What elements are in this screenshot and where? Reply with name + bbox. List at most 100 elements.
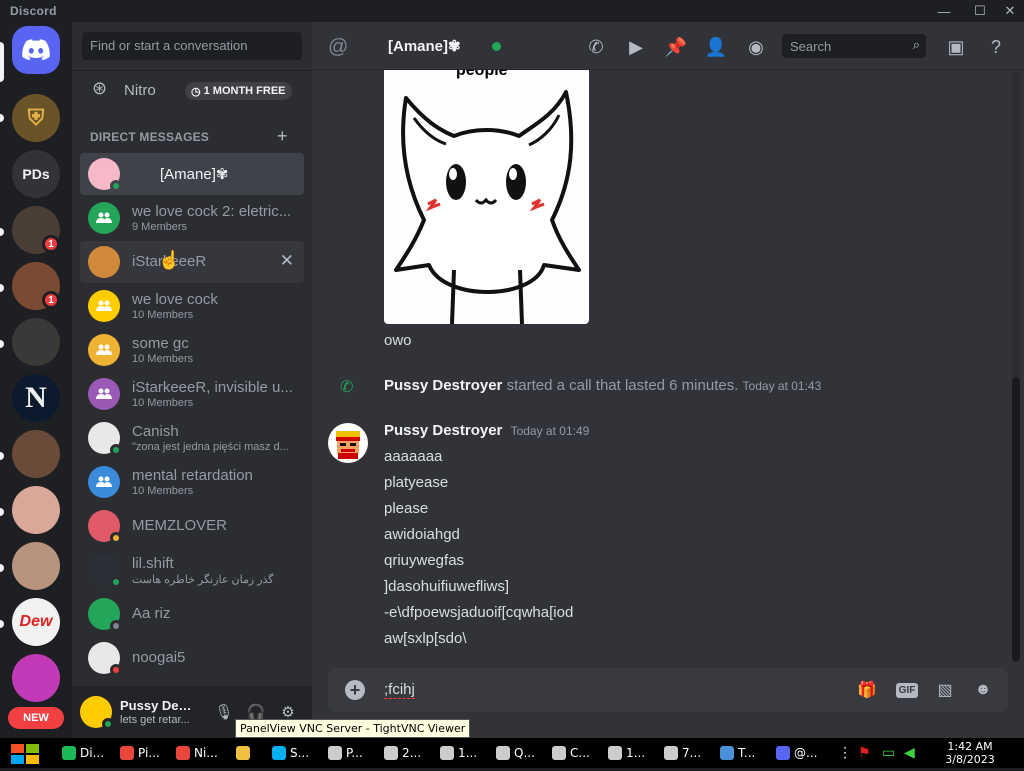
- message-image[interactable]: people: [384, 70, 589, 324]
- mention-badge: 1: [42, 291, 60, 309]
- dm-item[interactable]: lil.shift گذر زمان عازنگر خاطره هاست: [80, 549, 304, 591]
- taskbar-app-button[interactable]: [236, 741, 262, 765]
- tray-overflow-icon[interactable]: ⋮: [838, 744, 852, 761]
- message-line: -e\dfpoewsjaduoif[cqwha[iod: [384, 604, 574, 621]
- dm-name: lil.shift: [132, 555, 174, 572]
- dm-item[interactable]: mental retardation 10 Members: [80, 461, 304, 503]
- taskbar-app-button[interactable]: P...: [328, 741, 380, 765]
- call-timestamp: Today at 01:43: [742, 379, 822, 393]
- taskbar-app-button[interactable]: Di...: [62, 741, 114, 765]
- taskbar-app-button[interactable]: 1...: [608, 741, 660, 765]
- dm-item[interactable]: we love cock 10 Members: [80, 285, 304, 327]
- server-photo-3[interactable]: [12, 318, 60, 366]
- dm-name: Canish: [132, 423, 179, 440]
- window-titlebar: Discord — ☐ ✕: [0, 0, 1024, 22]
- nitro-link[interactable]: ⊛ Nitro ◷ 1 MONTH FREE: [80, 74, 304, 106]
- help-icon[interactable]: ?: [984, 35, 1008, 59]
- user-profile-icon[interactable]: ◉: [744, 35, 768, 59]
- group-dm-avatar: [88, 202, 120, 234]
- taskbar-app-button[interactable]: 7...: [664, 741, 716, 765]
- image-top-text: people: [456, 70, 508, 79]
- create-dm-button[interactable]: +: [277, 126, 288, 147]
- gift-icon[interactable]: 🎁: [856, 679, 878, 701]
- server-kitten[interactable]: [12, 654, 60, 702]
- dm-item[interactable]: Canish "zona jest jedna pięści masz d...: [80, 417, 304, 459]
- attach-plus-icon[interactable]: +: [345, 680, 365, 700]
- taskbar-app-label: 7...: [682, 746, 702, 760]
- call-author[interactable]: Pussy Destroyer: [384, 377, 502, 394]
- add-friends-to-dm-icon[interactable]: 👤: [704, 35, 728, 59]
- sticker-icon[interactable]: ▧: [934, 679, 956, 701]
- taskbar-app-button[interactable]: Pi...: [120, 741, 172, 765]
- minimize-button[interactable]: —: [930, 0, 958, 22]
- message-timestamp: Today at 01:49: [510, 424, 590, 438]
- call-text: started a call that lasted 6 minutes.: [506, 377, 739, 394]
- taskbar-app-button[interactable]: S...: [272, 741, 324, 765]
- selected-server-indicator: [0, 42, 4, 82]
- discord-home-button[interactable]: [12, 26, 60, 74]
- maximize-button[interactable]: ☐: [966, 0, 994, 22]
- dm-title[interactable]: [Amane]✾: [388, 37, 461, 55]
- volume-icon[interactable]: ◀: [904, 744, 915, 761]
- status-dot: [110, 576, 122, 588]
- message-body: aaaaaaa platyease please awidoiahgd qriu…: [384, 444, 573, 652]
- app-icon: [236, 746, 250, 760]
- dm-item[interactable]: iStarkeeeR, invisible u... 10 Members: [80, 373, 304, 415]
- search-icon: ⌕: [912, 37, 920, 52]
- server-shield[interactable]: ⛨: [12, 94, 60, 142]
- system-clock[interactable]: 1:42 AM 3/8/2023: [940, 740, 1000, 766]
- taskbar-app-button[interactable]: 2...: [384, 741, 436, 765]
- dm-name: iStarkeeeR, invisible u...: [132, 379, 293, 396]
- taskbar-app-button[interactable]: Q...: [496, 741, 548, 765]
- close-dm-icon[interactable]: ✕: [280, 251, 294, 271]
- taskbar-app-label: Ni...: [194, 746, 218, 760]
- action-center-flag-icon[interactable]: ⚑: [858, 744, 871, 761]
- message-author[interactable]: Pussy Destroyer: [384, 422, 502, 439]
- video-call-icon[interactable]: ▶: [624, 35, 648, 59]
- dm-item[interactable]: MEMZLOVER: [80, 505, 304, 547]
- mic-icon[interactable]: 🎙: [214, 702, 234, 722]
- dm-item[interactable]: [Amane]✾: [80, 153, 304, 195]
- group-dm-avatar: [88, 290, 120, 322]
- taskbar-app-button[interactable]: T...: [720, 741, 772, 765]
- server-mtn-dew[interactable]: Dew: [12, 598, 60, 646]
- dm-item[interactable]: we love cock 2: eletric... 9 Members: [80, 197, 304, 239]
- close-window-button[interactable]: ✕: [996, 0, 1024, 22]
- taskbar-app-label: 1...: [626, 746, 646, 760]
- mention-badge: 1: [42, 235, 60, 253]
- search-input[interactable]: Search ⌕: [782, 34, 926, 58]
- taskbar-app-button[interactable]: C...: [552, 741, 604, 765]
- chat-scrollbar-thumb[interactable]: [1012, 377, 1020, 662]
- start-button[interactable]: [8, 742, 42, 766]
- server-photo-6[interactable]: [12, 542, 60, 590]
- taskbar-app-button[interactable]: Ni...: [176, 741, 228, 765]
- message-input[interactable]: ;fcihj: [384, 681, 415, 699]
- network-icon[interactable]: ▭: [882, 744, 895, 761]
- server-n[interactable]: N: [12, 374, 60, 422]
- message-composer[interactable]: + ;fcihj 🎁 GIF ▧ ☻: [328, 668, 1008, 712]
- vnc-tooltip: PanelView VNC Server - TightVNC Viewer: [235, 719, 471, 738]
- dm-item[interactable]: Aa riz: [80, 593, 304, 635]
- unread-indicator: [0, 340, 4, 348]
- server-photo-4[interactable]: [12, 430, 60, 478]
- username[interactable]: Pussy Des...: [120, 698, 196, 713]
- server-pds[interactable]: PDs: [12, 150, 60, 198]
- dm-item[interactable]: some gc 10 Members: [80, 329, 304, 371]
- gif-button[interactable]: GIF: [895, 679, 919, 701]
- group-icon: [96, 344, 112, 355]
- server-photo-5[interactable]: [12, 486, 60, 534]
- voice-call-icon[interactable]: ✆: [584, 35, 608, 59]
- emoji-icon[interactable]: ☻: [972, 679, 994, 701]
- find-conversation-input[interactable]: Find or start a conversation: [82, 32, 302, 60]
- message-author-avatar[interactable]: [328, 423, 368, 463]
- message-line: platyease: [384, 474, 449, 491]
- taskbar-app-button[interactable]: 1...: [440, 741, 492, 765]
- dm-item[interactable]: iStarkeeeR ✕: [80, 241, 304, 283]
- group-dm-avatar: [88, 334, 120, 366]
- dm-item[interactable]: noogai5: [80, 637, 304, 679]
- user-avatar: [88, 246, 120, 278]
- windows-taskbar: Di... Pi... Ni... S... P... 2... 1... Q... C... 1…: [0, 738, 1024, 768]
- taskbar-app-button[interactable]: @...: [776, 741, 828, 765]
- pinned-messages-icon[interactable]: 📌: [664, 35, 688, 59]
- inbox-icon[interactable]: ▣: [944, 35, 968, 59]
